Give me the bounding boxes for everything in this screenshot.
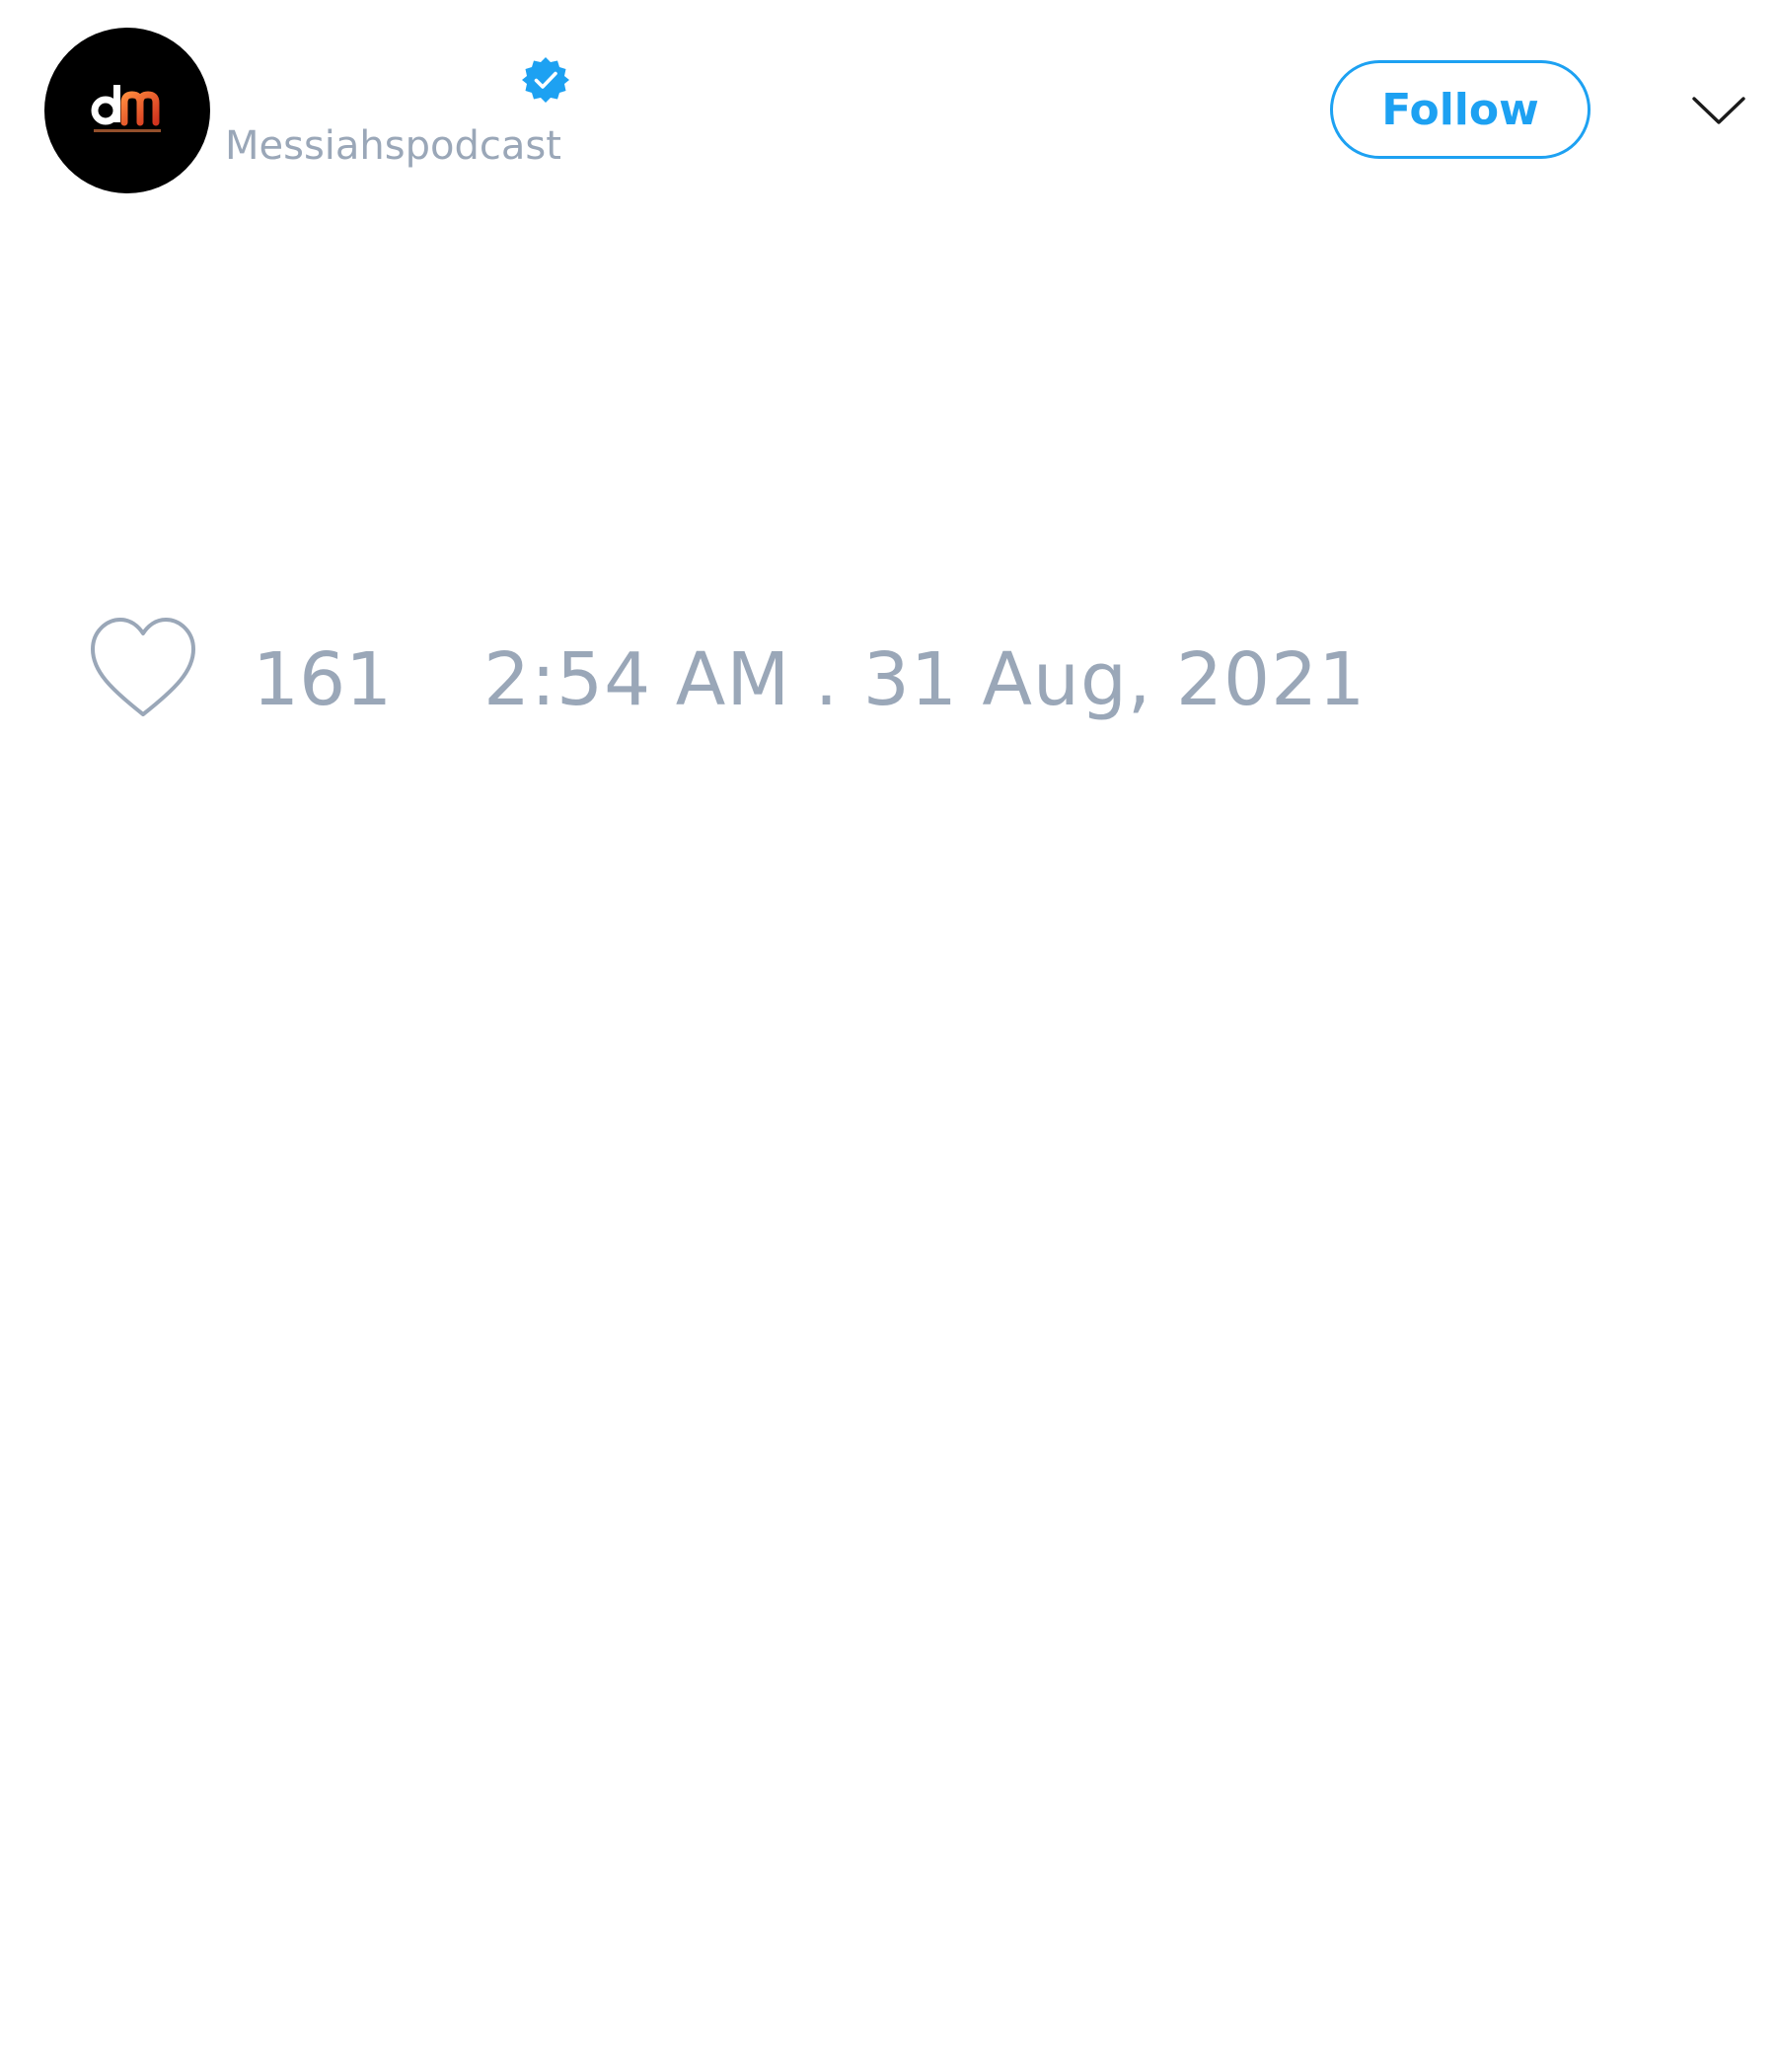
heart-outline-icon [91,618,195,716]
chevron-down-icon [1692,97,1745,124]
tweet-header: Messiahspodcast Follow [0,0,1776,227]
author-avatar[interactable] [44,28,210,193]
like-button[interactable] [87,612,199,724]
dm-logo-avatar [91,85,161,132]
like-count: 161 [253,637,393,722]
author-handle[interactable]: Messiahspodcast [225,126,561,166]
tweet-timestamp[interactable]: 2:54 AM . 31 Aug, 2021 [483,643,1366,716]
tweet-meta-row: 161 2:54 AM . 31 Aug, 2021 [0,612,1776,750]
follow-button[interactable]: Follow [1330,60,1591,159]
verified-badge-icon [522,57,569,103]
more-options-button[interactable] [1689,87,1748,132]
